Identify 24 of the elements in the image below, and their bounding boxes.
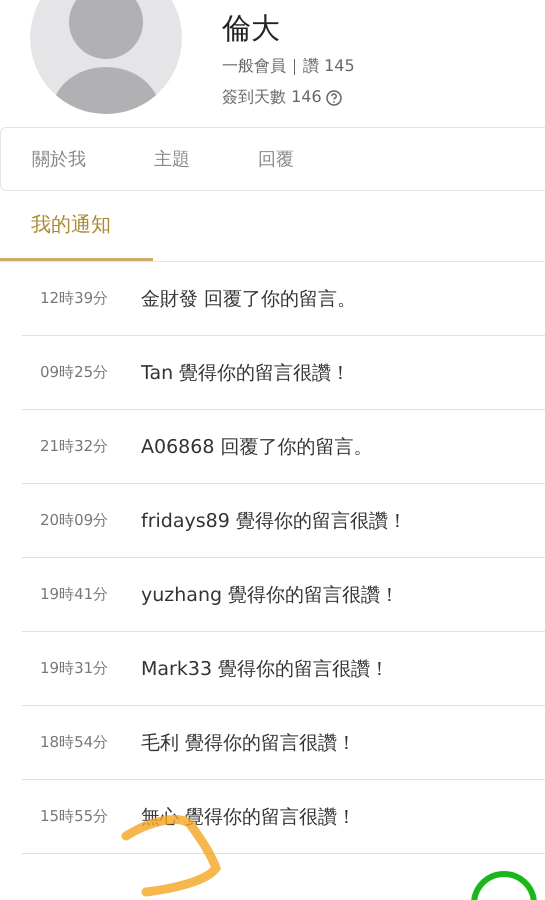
- help-icon[interactable]: [326, 90, 342, 106]
- member-level: 一般會員: [222, 56, 286, 77]
- notification-time: 21時32分: [39, 437, 110, 456]
- notification-time: 19時31分: [39, 659, 110, 678]
- profile-tab[interactable]: 回覆: [258, 147, 294, 171]
- notification-time: 12時39分: [39, 289, 110, 308]
- notification-time: 20時09分: [39, 511, 110, 530]
- notification-message[interactable]: Mark33 覺得你的留言很讚！: [141, 656, 390, 682]
- notification-time: 18時54分: [39, 733, 110, 752]
- notification-message[interactable]: 毛利 覺得你的留言很讚！: [141, 730, 356, 756]
- profile-tab[interactable]: 關於我: [32, 147, 86, 171]
- notification-time: 19時41分: [39, 585, 110, 604]
- checkin-days: 簽到天數 146: [222, 87, 322, 108]
- notification-message[interactable]: A06868 回覆了你的留言。: [141, 434, 372, 460]
- notification-message[interactable]: yuzhang 覺得你的留言很讚！: [141, 582, 400, 608]
- notification-time: 15時55分: [39, 807, 110, 826]
- like-count: 讚 145: [303, 56, 355, 77]
- chat-app-icon[interactable]: [468, 868, 538, 900]
- notification-message[interactable]: fridays89 覺得你的留言很讚！: [141, 508, 407, 534]
- user-name: 倫大: [222, 10, 281, 46]
- notification-time: 09時25分: [39, 363, 110, 382]
- notification-message[interactable]: Tan 覺得你的留言很讚！: [141, 360, 350, 386]
- profile-tab[interactable]: 主題: [154, 147, 190, 171]
- notification-message[interactable]: 金財發 回覆了你的留言。: [141, 286, 356, 312]
